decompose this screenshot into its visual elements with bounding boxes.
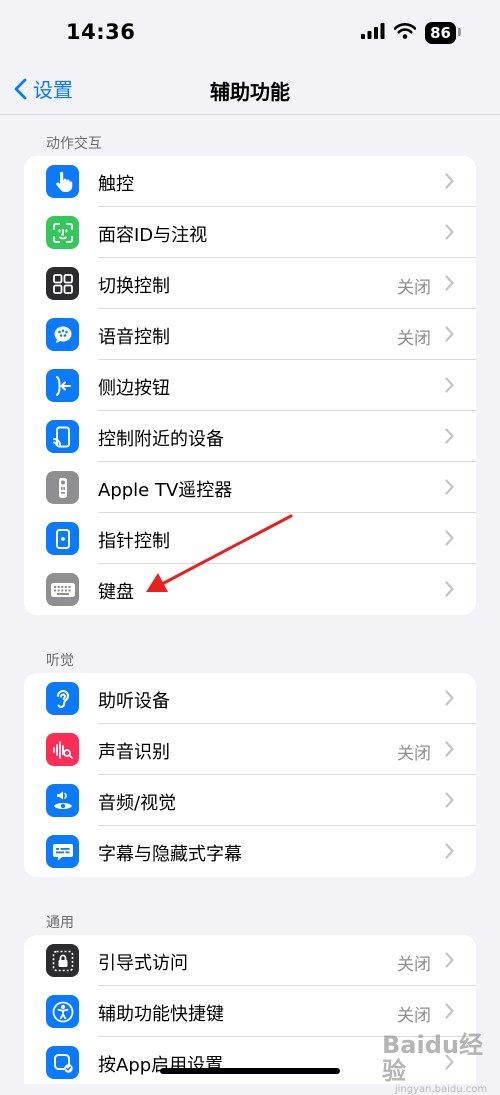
settings-row-face-id[interactable]: 面容ID与注视 <box>24 207 476 258</box>
chevron-right-icon <box>445 690 454 706</box>
guided-access-icon <box>46 944 79 977</box>
nearby-devices-icon <box>46 420 79 453</box>
face-id-icon <box>46 216 79 249</box>
settings-row-audio-visual[interactable]: 音频/视觉 <box>24 775 476 826</box>
pointer-icon <box>46 522 79 555</box>
settings-row-touch[interactable]: 触控 <box>24 156 476 207</box>
watermark-url: jingyan.baidu.com <box>394 1084 488 1095</box>
per-app-settings-icon <box>46 1046 79 1079</box>
watermark-logo: Baidu经验 <box>382 1031 483 1085</box>
section-header-hearing: 听觉 <box>46 653 74 669</box>
home-indicator[interactable] <box>160 1068 340 1074</box>
nav-divider <box>0 114 500 115</box>
status-bar: 14:36 86 <box>0 0 500 64</box>
row-label: 切换控制 <box>98 276 170 297</box>
row-label: 面容ID与注视 <box>98 225 208 246</box>
settings-group-hearing: 助听设备 声音识别 关闭 音频/视觉 字幕与隐藏式字幕 <box>24 673 476 877</box>
settings-row-voice-control[interactable]: 语音控制 关闭 <box>24 309 476 360</box>
row-label: 侧边按钮 <box>98 378 170 399</box>
row-label: 语音控制 <box>98 327 170 348</box>
settings-row-accessibility-shortcut[interactable]: 辅助功能快捷键 关闭 <box>24 986 476 1037</box>
remote-icon <box>46 471 79 504</box>
chevron-right-icon <box>445 224 454 240</box>
status-time: 14:36 <box>66 20 136 44</box>
chevron-right-icon <box>445 843 454 859</box>
row-label: 指针控制 <box>98 531 170 552</box>
settings-row-sound-recognition[interactable]: 声音识别 关闭 <box>24 724 476 775</box>
settings-row-pointer-control[interactable]: 指针控制 <box>24 513 476 564</box>
chevron-right-icon <box>445 792 454 808</box>
chevron-right-icon <box>445 326 454 342</box>
settings-row-nearby-devices[interactable]: 控制附近的设备 <box>24 411 476 462</box>
row-label: 字幕与隐藏式字幕 <box>98 844 242 865</box>
wifi-icon <box>393 23 417 43</box>
watermark: Baidu经验 jingyan.baidu.com <box>382 1032 500 1095</box>
chevron-right-icon <box>445 275 454 291</box>
accessibility-icon <box>46 995 79 1028</box>
subtitles-icon <box>46 835 79 868</box>
status-icons: 86 <box>361 22 461 44</box>
row-label: 音频/视觉 <box>98 793 177 814</box>
settings-row-side-button[interactable]: 侧边按钮 <box>24 360 476 411</box>
row-label: 触控 <box>98 174 134 195</box>
chevron-right-icon <box>445 428 454 444</box>
page-title: 辅助功能 <box>210 80 290 104</box>
ear-icon <box>46 682 79 715</box>
settings-row-hearing-devices[interactable]: 助听设备 <box>24 673 476 724</box>
settings-row-guided-access[interactable]: 引导式访问 关闭 <box>24 935 476 986</box>
row-label: 引导式访问 <box>98 953 188 974</box>
audio-visual-icon <box>46 784 79 817</box>
row-label: 辅助功能快捷键 <box>98 1004 224 1025</box>
settings-group-interaction: 触控 面容ID与注视 切换控制 关闭 语音控制 关闭 侧边按钮 控制附近的设备 … <box>24 156 476 615</box>
row-label: 声音识别 <box>98 742 170 763</box>
voice-control-icon <box>46 318 79 351</box>
chevron-right-icon <box>445 581 454 597</box>
row-value: 关闭 <box>397 329 431 349</box>
row-value: 关闭 <box>397 744 431 764</box>
hand-pointer-icon <box>46 165 79 198</box>
row-value: 关闭 <box>397 278 431 298</box>
row-label: 控制附近的设备 <box>98 429 224 450</box>
row-value: 关闭 <box>397 1006 431 1026</box>
sound-recognition-icon <box>46 733 79 766</box>
settings-row-subtitles[interactable]: 字幕与隐藏式字幕 <box>24 826 476 877</box>
grid-icon <box>46 267 79 300</box>
side-button-icon <box>46 369 79 402</box>
cellular-signal-icon <box>361 23 385 43</box>
row-label: 助听设备 <box>98 691 170 712</box>
row-value: 关闭 <box>397 955 431 975</box>
section-header-interaction: 动作交互 <box>46 136 102 152</box>
row-label: 键盘 <box>98 582 134 603</box>
chevron-right-icon <box>445 377 454 393</box>
settings-row-keyboard[interactable]: 键盘 <box>24 564 476 615</box>
battery-indicator: 86 <box>425 22 461 44</box>
chevron-right-icon <box>445 479 454 495</box>
chevron-right-icon <box>445 173 454 189</box>
settings-row-switch-control[interactable]: 切换控制 关闭 <box>24 258 476 309</box>
chevron-right-icon <box>445 952 454 968</box>
keyboard-icon <box>46 573 79 606</box>
section-header-general: 通用 <box>46 915 74 931</box>
row-label: Apple TV遥控器 <box>98 480 233 501</box>
chevron-right-icon <box>445 530 454 546</box>
settings-row-apple-tv-remote[interactable]: Apple TV遥控器 <box>24 462 476 513</box>
chevron-right-icon <box>445 1003 454 1019</box>
navigation-bar: 设置 辅助功能 <box>0 62 500 114</box>
chevron-right-icon <box>445 741 454 757</box>
